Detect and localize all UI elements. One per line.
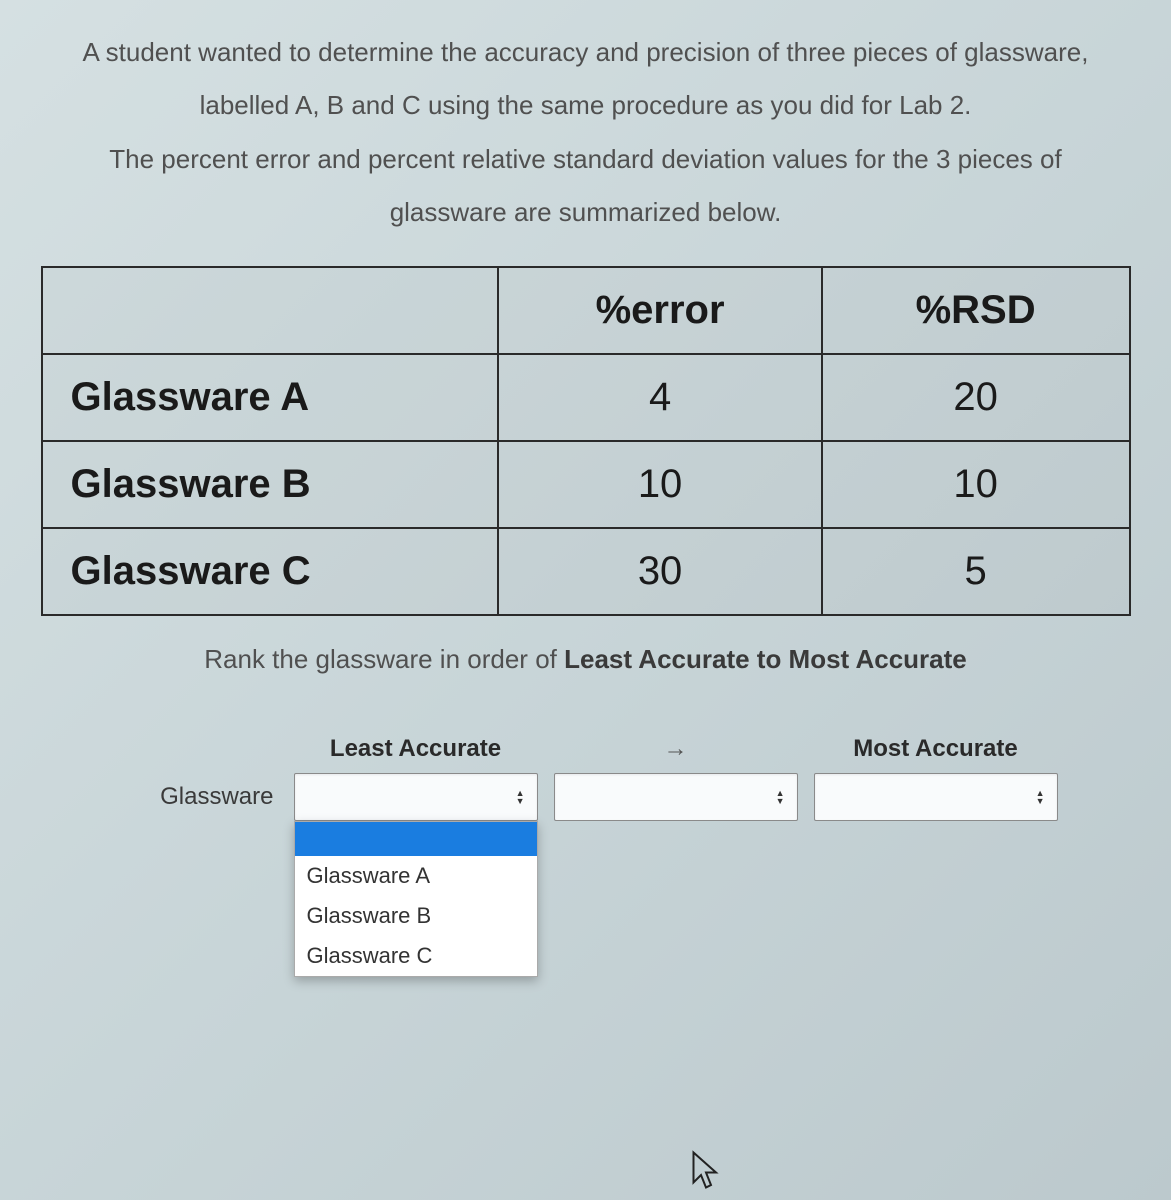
updown-icon: ▲▼	[1036, 789, 1045, 805]
prompt-line-4: glassware are summarized below.	[20, 188, 1151, 237]
rank-select-2-wrap: ▲▼	[554, 773, 798, 821]
table-row: Glassware B 10 10	[42, 441, 1130, 528]
rank-select-3-wrap: ▲▼	[814, 773, 1058, 821]
row-name: Glassware B	[42, 441, 499, 528]
rank-header-arrow: →	[546, 735, 806, 763]
rank-header-least: Least Accurate	[286, 735, 546, 763]
table-row: Glassware C 30 5	[42, 528, 1130, 615]
row-name: Glassware A	[42, 354, 499, 441]
header-error: %error	[498, 267, 821, 354]
prompt-line-3: The percent error and percent relative s…	[20, 135, 1151, 184]
row-error: 30	[498, 528, 821, 615]
row-rsd: 5	[822, 528, 1130, 615]
rank-select-1-dropdown: Glassware A Glassware B Glassware C	[294, 821, 538, 977]
rank-row-label: Glassware	[106, 773, 286, 811]
dropdown-option[interactable]: Glassware C	[295, 936, 537, 976]
rank-instruction-bold: Least Accurate to Most Accurate	[564, 644, 967, 674]
header-blank	[42, 267, 499, 354]
row-error: 4	[498, 354, 821, 441]
rank-select-1-wrap: ▲▼ Glassware A Glassware B Glassware C	[294, 773, 538, 821]
glassware-data-table: %error %RSD Glassware A 4 20 Glassware B…	[41, 266, 1131, 616]
row-rsd: 20	[822, 354, 1130, 441]
rank-header-most: Most Accurate	[806, 735, 1066, 763]
table-row: Glassware A 4 20	[42, 354, 1130, 441]
rank-input-row: Glassware ▲▼ Glassware A Glassware B Gla…	[106, 773, 1066, 821]
updown-icon: ▲▼	[776, 789, 785, 805]
prompt-line-2: labelled A, B and C using the same proce…	[20, 81, 1151, 130]
row-name: Glassware C	[42, 528, 499, 615]
row-rsd: 10	[822, 441, 1130, 528]
rank-select-1[interactable]: ▲▼	[294, 773, 538, 821]
updown-icon: ▲▼	[516, 789, 525, 805]
header-rsd: %RSD	[822, 267, 1130, 354]
rank-instruction: Rank the glassware in order of Least Acc…	[20, 644, 1151, 675]
row-error: 10	[498, 441, 821, 528]
question-prompt: A student wanted to determine the accura…	[20, 28, 1151, 238]
rank-select-3[interactable]: ▲▼	[814, 773, 1058, 821]
dropdown-option[interactable]: Glassware B	[295, 896, 537, 936]
dropdown-option[interactable]: Glassware A	[295, 856, 537, 896]
dropdown-option-blank[interactable]	[295, 822, 537, 856]
prompt-line-1: A student wanted to determine the accura…	[20, 28, 1151, 77]
cursor-icon	[690, 1150, 722, 1190]
table-header-row: %error %RSD	[42, 267, 1130, 354]
rank-header-row: Least Accurate → Most Accurate	[106, 735, 1066, 763]
rank-instruction-prefix: Rank the glassware in order of	[204, 644, 564, 674]
rank-select-2[interactable]: ▲▼	[554, 773, 798, 821]
